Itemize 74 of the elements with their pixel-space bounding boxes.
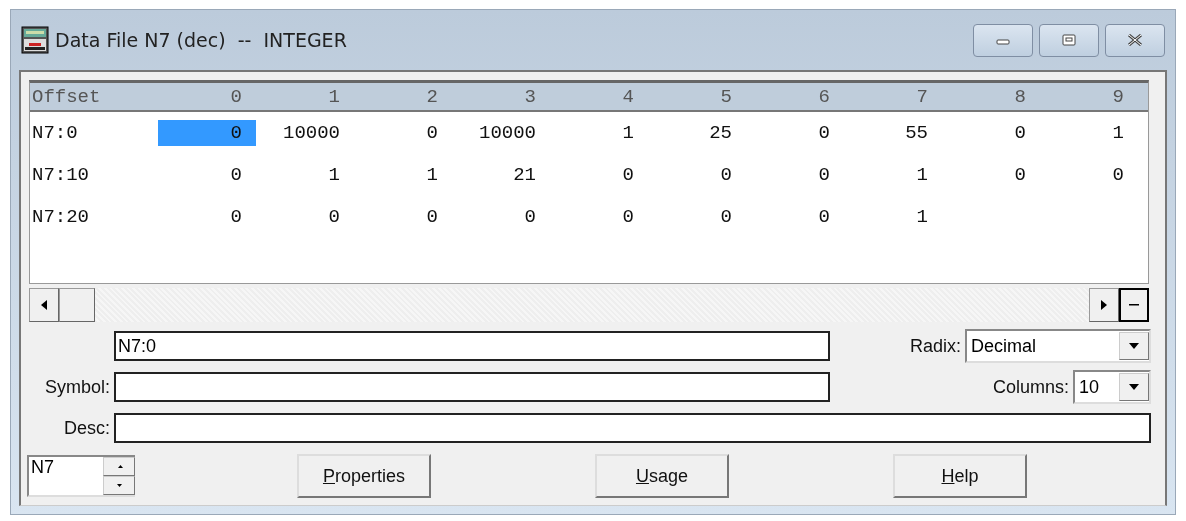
caret-icon [1129,343,1139,349]
table-cell[interactable]: 1 [844,204,942,230]
table-cell[interactable]: 10000 [256,120,354,146]
window-title: Data File N7 (dec) -- INTEGER [55,29,348,51]
address-field[interactable]: N7:0 [114,331,830,361]
horizontal-scrollbar[interactable] [29,288,1149,322]
column-header: 0 [229,85,243,108]
column-header: 5 [719,85,733,108]
minus-icon [1129,304,1139,306]
columns-label: Columns: [992,376,1069,398]
dialog-button[interactable]: Usage [595,454,729,498]
table-cell[interactable]: 10000 [452,120,550,146]
table-cell[interactable]: 1 [256,162,354,188]
table-cell[interactable]: 0 [746,120,844,146]
table-cell[interactable]: 0 [648,204,746,230]
table-cell[interactable]: 0 [942,162,1040,188]
caret-icon [1129,384,1139,390]
table-cell[interactable]: N7:0 [30,120,158,146]
column-header: 7 [915,85,929,108]
table-cell[interactable]: 1 [844,162,942,188]
column-header: 2 [425,85,439,108]
column-header: 1 [327,85,341,108]
table-cell[interactable]: 0 [158,120,256,146]
column-header: 9 [1111,85,1125,108]
table-cell[interactable]: 0 [746,204,844,230]
table-cell[interactable]: 0 [550,204,648,230]
symbol-field[interactable] [114,372,830,402]
right-arrow-icon [1101,300,1107,310]
column-header: 8 [1013,85,1027,108]
minimize-button[interactable] [973,23,1033,57]
radix-dropdown[interactable]: Decimal [965,329,1151,363]
table-cell[interactable]: 0 [550,162,648,188]
collapse-button[interactable] [1119,288,1149,322]
table-cell[interactable]: 0 [1040,162,1138,188]
table-cell[interactable]: 0 [158,204,256,230]
scroll-right-button[interactable] [1089,288,1119,322]
table-cell[interactable]: 0 [354,120,452,146]
maximize-button[interactable] [1039,23,1099,57]
table-cell[interactable]: 0 [452,204,550,230]
table-cell[interactable]: 0 [158,162,256,188]
column-header: 3 [523,85,537,108]
table-cell[interactable]: 0 [746,162,844,188]
table-cell[interactable]: 0 [942,120,1040,146]
radix-label: Radix: [909,335,961,357]
table-cell[interactable]: N7:20 [30,204,158,230]
table-cell[interactable]: 25 [648,120,746,146]
data-file-icon [21,26,49,54]
file-spinner[interactable]: N7 [27,455,135,497]
desc-label: Desc: [63,417,110,439]
table-cell[interactable]: N7:10 [30,162,158,188]
close-button[interactable] [1105,23,1165,57]
symbol-label: Symbol: [43,376,110,398]
table-cell[interactable]: 0 [256,204,354,230]
left-arrow-icon [41,300,47,310]
maximize-icon [1062,34,1076,46]
table-cell[interactable]: 21 [452,162,550,188]
scroll-left-button[interactable] [29,288,59,322]
table-cell[interactable]: 0 [354,204,452,230]
column-header: 4 [621,85,635,108]
down-arrow-icon [116,484,122,487]
dialog-button[interactable]: Help [893,454,1027,498]
close-icon [1127,34,1143,46]
column-header: 6 [817,85,831,108]
table-cell[interactable]: 1 [354,162,452,188]
table-cell[interactable]: 0 [648,162,746,188]
dialog-button[interactable]: Properties [297,454,431,498]
column-header: Offset [31,85,102,108]
up-arrow-icon [117,465,123,468]
desc-field[interactable] [114,413,1151,443]
table-cell[interactable]: 1 [550,120,648,146]
table-cell[interactable]: 1 [1040,120,1138,146]
table-cell[interactable]: 55 [844,120,942,146]
scroll-thumb[interactable] [59,288,95,322]
columns-dropdown[interactable]: 10 [1073,370,1151,404]
